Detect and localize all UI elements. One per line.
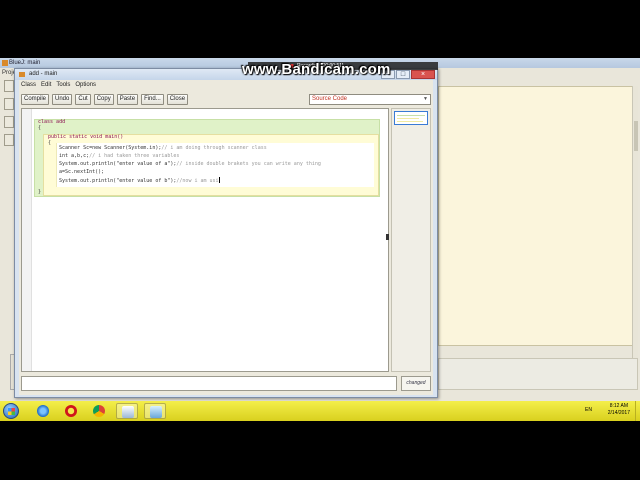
code-line-class-open: { [38, 125, 42, 131]
desktop: BlueJ: main Proje add - main – □ × Class… [0, 58, 640, 420]
show-desktop-button[interactable] [635, 401, 640, 421]
new-class-button[interactable] [4, 80, 14, 92]
text-caret [218, 177, 220, 183]
code-line-class-close: } [38, 189, 42, 195]
paste-button[interactable]: Paste [116, 94, 139, 105]
project-window-title: BlueJ: main [9, 60, 41, 66]
object-bench[interactable] [438, 358, 638, 390]
bandicam-icon [150, 406, 162, 418]
bluej-icon [122, 406, 134, 418]
screen: BlueJ: main Proje add - main – □ × Class… [0, 0, 640, 480]
code-line-method-decl: public static void main() [48, 134, 124, 140]
chevron-down-icon: ▼ [423, 96, 428, 102]
method-body-block: Scanner Sc=new Scanner(System.in);// i a… [56, 143, 374, 187]
navigation-view[interactable] [391, 108, 431, 372]
taskbar-bluej[interactable] [116, 403, 138, 419]
close-icon[interactable]: × [411, 70, 435, 79]
windows-logo-icon [8, 408, 15, 415]
bluej-app-icon [2, 60, 8, 66]
class-diagram-canvas[interactable] [438, 86, 638, 346]
code-line-scanner: Scanner Sc=new Scanner(System.in);// i a… [59, 145, 267, 151]
code-editor[interactable]: class add { public static void main() { … [21, 108, 389, 372]
menu-class[interactable]: Class [21, 80, 36, 90]
view-select[interactable]: Source Code ▼ [309, 94, 431, 105]
method-scope-block: public static void main() { Scanner Sc=n… [43, 134, 379, 196]
taskbar: EN 8:12 AM 2/14/2017 [0, 401, 640, 421]
taskbar-opera[interactable] [60, 403, 82, 419]
changed-indicator: changed [401, 376, 431, 391]
bluej-app-icon [19, 72, 25, 77]
navigation-thumbnail[interactable] [394, 111, 428, 125]
nav-line [397, 118, 419, 119]
clock-time: 8:12 AM [609, 403, 629, 409]
chrome-icon [93, 405, 105, 417]
nav-line [397, 115, 425, 116]
menu-options[interactable]: Options [75, 80, 96, 90]
class-scope-block: class add { public static void main() { … [34, 119, 380, 197]
start-button[interactable] [3, 403, 19, 419]
view-select-value: Source Code [312, 96, 348, 102]
internet-explorer-icon [37, 405, 49, 417]
editor-body: Class Edit Tools Options Compile Undo Cu… [19, 80, 433, 395]
status-message-bar [21, 376, 397, 391]
project-side-buttons [4, 80, 14, 320]
copy-button[interactable]: Copy [93, 94, 114, 105]
code-line-print-b: System.out.println("enter value of b");/… [59, 177, 220, 184]
nav-line [397, 121, 423, 122]
taskbar-chrome[interactable] [88, 403, 110, 419]
compile-all-button[interactable] [4, 134, 14, 146]
code-line-read-a: a=Sc.nextInt(); [59, 169, 105, 175]
editor-menubar: Class Edit Tools Options [21, 80, 96, 90]
line-gutter[interactable] [22, 109, 32, 371]
taskbar-ie[interactable] [32, 403, 54, 419]
compile-button[interactable]: Compile [21, 94, 50, 105]
cut-button[interactable]: Cut [75, 94, 91, 105]
clock-date: 2/14/2017 [607, 410, 630, 416]
opera-icon [65, 405, 77, 417]
undo-button[interactable]: Undo [52, 94, 73, 105]
arrow-button[interactable] [4, 98, 14, 110]
code-line-method-open: { [48, 140, 52, 146]
inherit-button[interactable] [4, 116, 14, 128]
maximize-icon[interactable]: □ [396, 70, 410, 79]
scrollbar-thumb[interactable] [634, 121, 638, 151]
project-scrollbar[interactable] [632, 86, 638, 376]
menu-edit[interactable]: Edit [41, 80, 51, 90]
editor-title: add - main [29, 71, 58, 77]
system-clock[interactable]: 8:12 AM 2/14/2017 [608, 403, 630, 417]
resize-handle[interactable] [386, 234, 389, 240]
find-button[interactable]: Find... [141, 94, 164, 105]
code-line-class-decl: class add [38, 119, 66, 125]
close-button[interactable]: Close [166, 94, 189, 105]
bandicam-watermark: www.Bandicam.com [242, 61, 391, 78]
code-line-print-a: System.out.println("enter value of a");/… [59, 161, 321, 167]
menu-tools[interactable]: Tools [56, 80, 70, 90]
code-line-variables: int a,b,c;// i had taken three variables [59, 153, 180, 159]
editor-window[interactable]: add - main – □ × Class Edit Tools Option… [14, 68, 438, 398]
language-indicator[interactable]: EN [585, 407, 592, 413]
taskbar-bandicam[interactable] [144, 403, 166, 419]
